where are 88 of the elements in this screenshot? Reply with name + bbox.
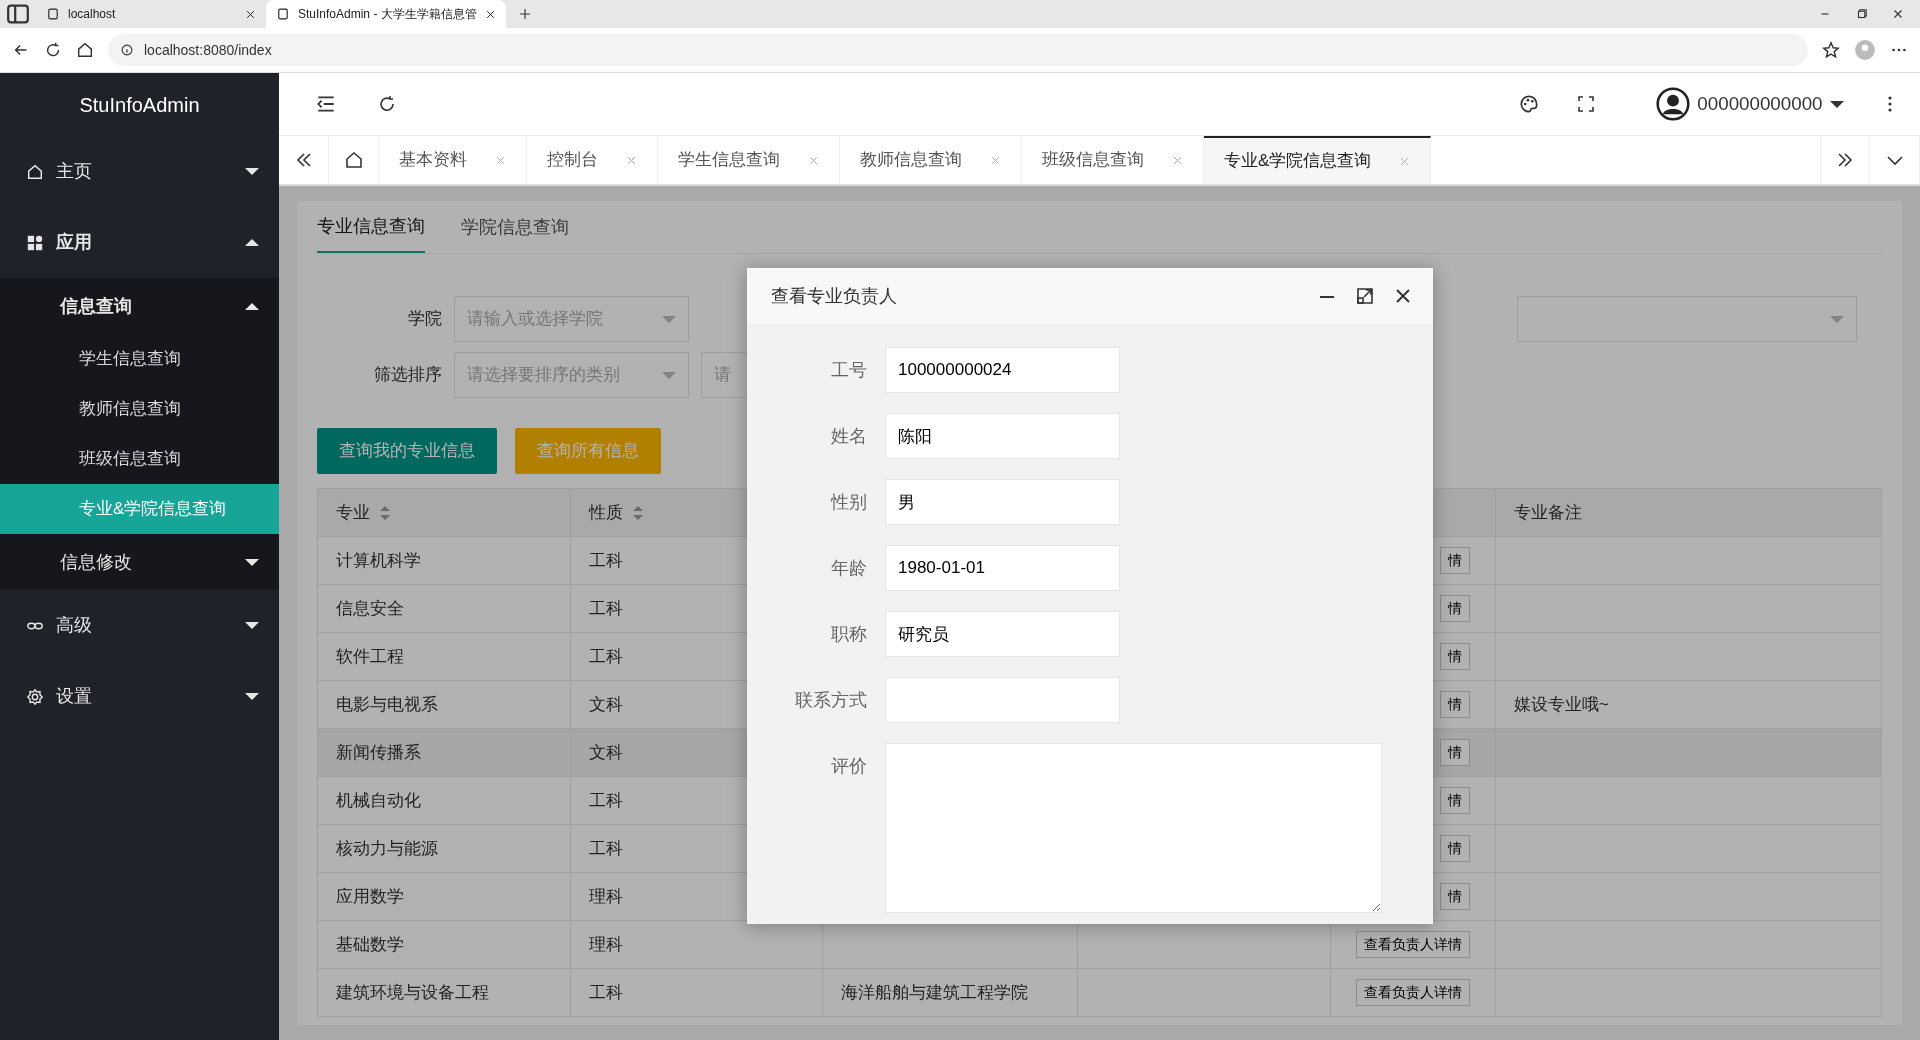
close-icon[interactable] xyxy=(245,8,256,20)
info-icon xyxy=(120,43,134,57)
detail-button[interactable]: 情 xyxy=(1439,595,1470,622)
field-label: 年龄 xyxy=(830,557,867,580)
close-icon[interactable] xyxy=(484,8,496,20)
sidebar-item[interactable]: 主页 xyxy=(0,136,279,207)
page-tab[interactable]: 专业&学院信息查询 xyxy=(1204,136,1432,184)
table-cell: 计算机科学 xyxy=(317,536,571,585)
detail-button[interactable]: 情 xyxy=(1439,691,1470,718)
palette-icon[interactable] xyxy=(1517,93,1540,115)
input-field[interactable]: 陈阳 xyxy=(885,413,1120,459)
refresh-icon[interactable] xyxy=(377,94,397,114)
sidebar-item[interactable]: 高级 xyxy=(0,590,279,661)
browser-tab[interactable]: StuInfoAdmin - 大学生学籍信息管 xyxy=(266,0,506,28)
select-field[interactable] xyxy=(1517,296,1857,342)
table-cell: 电影与电视系 xyxy=(317,680,571,729)
field-label: 姓名 xyxy=(830,425,867,448)
table-cell: 媒设专业哦~ xyxy=(1495,680,1882,729)
table-cell: 机械自动化 xyxy=(317,776,571,825)
filter-label: 筛选排序 xyxy=(373,364,442,387)
table-cell: 信息安全 xyxy=(317,584,571,633)
input-field[interactable] xyxy=(885,677,1120,723)
caret-icon xyxy=(1830,315,1844,323)
table-cell: 建筑环境与设备工程 xyxy=(317,968,571,1017)
column-header[interactable]: 性质 xyxy=(588,502,623,522)
home-icon[interactable] xyxy=(76,41,94,59)
caret-icon xyxy=(245,622,259,629)
sidebar-item[interactable]: 教师信息查询 xyxy=(0,384,279,434)
input-field[interactable]: 男 xyxy=(885,479,1120,525)
detail-button[interactable]: 情 xyxy=(1439,787,1470,814)
table-cell: 应用数学 xyxy=(317,872,571,921)
sidebar-item[interactable]: 班级信息查询 xyxy=(0,434,279,484)
caret-icon xyxy=(245,302,259,310)
page-icon xyxy=(276,7,290,21)
address-bar[interactable]: localhost:8080/index xyxy=(108,34,1808,66)
column-header[interactable]: 专业备注 xyxy=(1513,502,1582,522)
caret-icon xyxy=(245,239,259,246)
plus-icon[interactable] xyxy=(517,7,532,21)
caret-icon xyxy=(662,315,676,323)
column-header[interactable]: 专业 xyxy=(336,502,370,522)
input-field[interactable]: 研究员 xyxy=(885,611,1120,657)
sub-tab[interactable]: 学院信息查询 xyxy=(461,201,569,253)
sidebar-item[interactable]: 信息查询 xyxy=(0,278,279,334)
settings-icon xyxy=(26,687,44,706)
caret-icon xyxy=(245,693,259,700)
caret-icon[interactable] xyxy=(1830,100,1844,108)
input-field[interactable]: 1980-01-01 xyxy=(885,545,1120,591)
field-label: 职称 xyxy=(830,623,867,646)
sidebar-item[interactable]: 学生信息查询 xyxy=(0,334,279,384)
input-field[interactable]: 100000000024 xyxy=(885,347,1120,393)
fullscreen-icon[interactable] xyxy=(1575,94,1596,114)
detail-button[interactable]: 情 xyxy=(1439,739,1470,766)
sub-tab[interactable]: 专业信息查询 xyxy=(317,201,425,253)
grid-icon xyxy=(26,233,44,252)
page-icon xyxy=(46,7,60,21)
avatar-icon[interactable] xyxy=(1655,87,1690,121)
caret-icon xyxy=(662,371,676,379)
detail-button[interactable]: 情 xyxy=(1439,835,1470,862)
detail-button[interactable]: 情 xyxy=(1439,883,1470,910)
maximize-icon[interactable] xyxy=(1355,286,1375,306)
table-cell: 海洋船舶与建筑工程学院 xyxy=(822,968,1078,1017)
sidebar-item[interactable]: 设置 xyxy=(0,661,279,732)
table-cell: 新闻传播系 xyxy=(317,728,571,777)
sidebar-item[interactable]: 信息修改 xyxy=(0,534,279,590)
user-name[interactable]: 000000000000 xyxy=(1697,89,1823,119)
star-icon[interactable] xyxy=(1822,41,1840,59)
app-logo-text: StuInfoAdmin xyxy=(78,92,201,118)
table-cell: 核动力与能源 xyxy=(317,824,571,873)
field-label: 工号 xyxy=(830,359,867,382)
caret-icon xyxy=(245,558,259,566)
table-cell: 基础数学 xyxy=(317,920,571,969)
filter-label: 学院 xyxy=(407,308,442,331)
sidebar-item[interactable]: 应用 xyxy=(0,207,279,278)
detail-button[interactable]: 情 xyxy=(1439,547,1470,574)
comment-field[interactable] xyxy=(885,743,1382,913)
field-label: 评价 xyxy=(830,755,867,778)
detail-button[interactable]: 查看负责人详情 xyxy=(1355,931,1470,958)
detail-button[interactable]: 查看负责人详情 xyxy=(1355,979,1470,1006)
home-icon xyxy=(26,162,44,181)
table-cell: 工科 xyxy=(570,968,823,1017)
reload-icon[interactable] xyxy=(44,41,62,59)
detail-button[interactable]: 情 xyxy=(1439,643,1470,670)
dialog-title: 查看专业负责人 xyxy=(771,284,897,308)
caret-icon xyxy=(245,168,259,175)
field-label: 性别 xyxy=(829,491,867,514)
home-icon[interactable] xyxy=(343,150,364,170)
browser-tab[interactable]: localhost xyxy=(36,0,266,28)
table-cell: 软件工程 xyxy=(317,632,571,681)
